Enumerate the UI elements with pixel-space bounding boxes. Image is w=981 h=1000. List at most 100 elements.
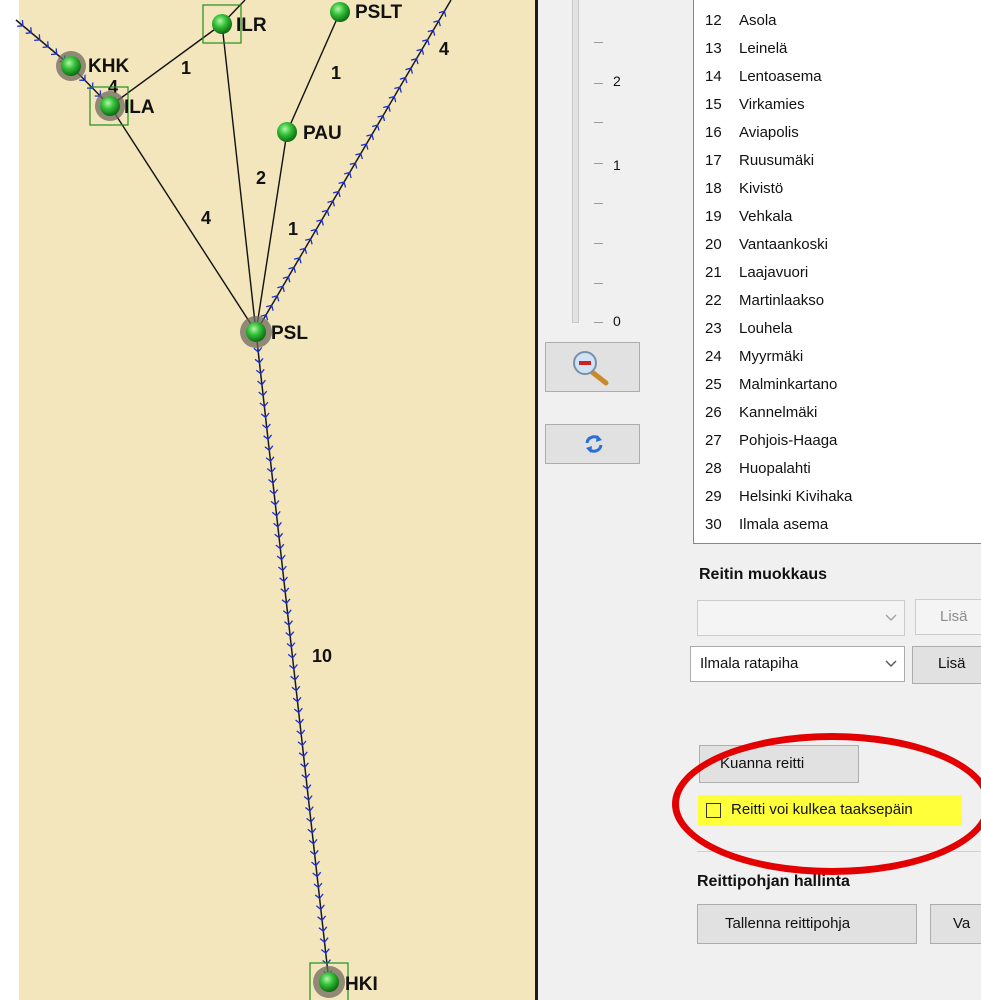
stop-select-empty[interactable] [697, 600, 905, 636]
svg-text:HKI: HKI [345, 974, 378, 995]
zoom-tick [594, 122, 603, 123]
chevron-down-icon [885, 660, 897, 667]
chevron-down-icon [885, 614, 897, 621]
station-pau[interactable]: PAU [277, 122, 342, 144]
list-item-name: Leinelä [739, 40, 788, 57]
zoom-tick [594, 243, 603, 244]
list-item[interactable]: 27 Pohjois-Haaga [694, 428, 981, 456]
zoom-tick [594, 163, 603, 164]
list-item-name: Helsinki Kivihaka [739, 488, 853, 505]
zoom-slider-track[interactable] [572, 0, 579, 323]
edge-ilr-psl [221, 23, 257, 333]
list-item[interactable]: 28 Huopalahti [694, 456, 981, 484]
zoom-level-label: 0 [613, 313, 621, 329]
list-item[interactable]: 21 Laajavuori [694, 260, 981, 288]
list-item-name: Lentoasema [739, 68, 822, 85]
highlighted-route [15, 0, 452, 983]
list-item[interactable]: 15 Virkamies [694, 92, 981, 120]
svg-text:PSLT: PSLT [355, 2, 403, 23]
segment-label: 1 [181, 58, 191, 78]
list-item[interactable]: 13 Leinelä [694, 36, 981, 64]
reverse-route-checkbox[interactable] [706, 803, 721, 818]
zoom-tick [594, 322, 603, 323]
zoom-level-label: 1 [613, 157, 621, 173]
list-item-number: 15 [705, 96, 722, 113]
list-item-number: 22 [705, 292, 722, 309]
list-item-number: 24 [705, 348, 722, 365]
zoom-tick [594, 83, 603, 84]
list-item-number: 26 [705, 404, 722, 421]
svg-text:PSL: PSL [271, 323, 308, 344]
stop-select[interactable]: Ilmala ratapiha [690, 646, 905, 682]
list-item-name: Kivistö [739, 180, 784, 197]
list-item-name: Pohjois-Haaga [739, 432, 838, 449]
list-item[interactable]: 16 Aviapolis [694, 120, 981, 148]
list-item[interactable]: 24 Myyrmäki [694, 344, 981, 372]
list-item-name: Aviapolis [739, 124, 799, 141]
list-item[interactable]: 26 Kannelmäki [694, 400, 981, 428]
route-map[interactable]: 1 1 4 4 2 4 1 10 KHK ILA ILR PSLT PAU PS… [0, 0, 538, 1000]
station-hki[interactable]: HKI [309, 962, 378, 1000]
list-item-name: Virkamies [739, 96, 805, 113]
list-item-name: Malminkartano [739, 376, 838, 393]
list-item-name: Asola [739, 12, 777, 29]
route-stop-list[interactable]: 12 Asola 13 Leinelä 14 Lentoasema 15 Virkamies 1… [693, 0, 981, 544]
station-pslt[interactable]: PSLT [330, 2, 403, 23]
add-stop-button-2[interactable]: Lisä [912, 646, 981, 684]
route-template-title: Reittipohjan hallinta [697, 873, 850, 890]
draw-route-button[interactable]: Kuanna reitti [699, 745, 859, 783]
list-item[interactable]: 19 Vehkala [694, 204, 981, 232]
zoom-out-button[interactable] [545, 342, 640, 392]
list-item-number: 19 [705, 208, 722, 225]
segment-label: 4 [201, 208, 211, 228]
list-item-number: 14 [705, 68, 722, 85]
station-khk[interactable]: KHK [56, 51, 129, 81]
segment-label: 1 [288, 219, 298, 239]
save-template-button[interactable]: Tallenna reittipohja [697, 904, 917, 944]
list-item-name: Laajavuori [739, 264, 809, 281]
separator-line [697, 851, 981, 852]
list-item-number: 16 [705, 124, 722, 141]
station-psl[interactable]: PSL [240, 316, 308, 348]
segment-label: 2 [256, 168, 266, 188]
list-item[interactable]: 22 Martinlaakso [694, 288, 981, 316]
list-item[interactable]: 12 Asola [694, 8, 981, 36]
add-stop-button-1[interactable]: Lisä [915, 599, 981, 635]
list-item-number: 29 [705, 488, 722, 505]
refresh-button[interactable] [545, 424, 640, 464]
refresh-arrows-icon [583, 433, 605, 460]
list-item-number: 21 [705, 264, 722, 281]
list-item-number: 30 [705, 516, 722, 533]
list-item-number: 12 [705, 12, 722, 29]
list-item-number: 25 [705, 376, 722, 393]
list-item-number: 27 [705, 432, 722, 449]
list-item-number: 23 [705, 320, 722, 337]
list-item-number: 20 [705, 236, 722, 253]
list-item-number: 28 [705, 460, 722, 477]
zoom-tick [594, 203, 603, 204]
svg-text:ILR: ILR [236, 15, 267, 36]
zoom-tick [594, 42, 603, 43]
second-template-button[interactable]: Va [930, 904, 981, 944]
list-item-name: Kannelmäki [739, 404, 818, 421]
list-item[interactable]: 18 Kivistö [694, 176, 981, 204]
list-item[interactable]: 17 Ruusumäki [694, 148, 981, 176]
list-item[interactable]: 14 Lentoasema [694, 64, 981, 92]
zoom-tick [594, 283, 603, 284]
segment-label: 4 [439, 39, 449, 59]
list-item[interactable]: 30 Ilmala asema [694, 512, 981, 540]
svg-text:ILA: ILA [124, 97, 155, 118]
list-item-name: Vehkala [739, 208, 793, 225]
list-item[interactable]: 20 Vantaankoski [694, 232, 981, 260]
list-item[interactable]: 25 Malminkartano [694, 372, 981, 400]
list-item[interactable]: 29 Helsinki Kivihaka [694, 484, 981, 512]
list-item[interactable]: 23 Louhela [694, 316, 981, 344]
reverse-route-checkbox-label[interactable]: Reitti voi kulkea taaksepäin [731, 801, 913, 818]
zoom-out-magnifier-icon [572, 350, 612, 391]
route-map-canvas[interactable]: 1 1 4 4 2 4 1 10 KHK ILA ILR PSLT PAU PS… [0, 0, 538, 1000]
segment-label: 1 [331, 63, 341, 83]
list-item-name: Martinlaakso [739, 292, 825, 309]
list-item-number: 13 [705, 40, 722, 57]
edge-pau-psl [255, 131, 288, 333]
list-item-name: Myyrmäki [739, 348, 804, 365]
